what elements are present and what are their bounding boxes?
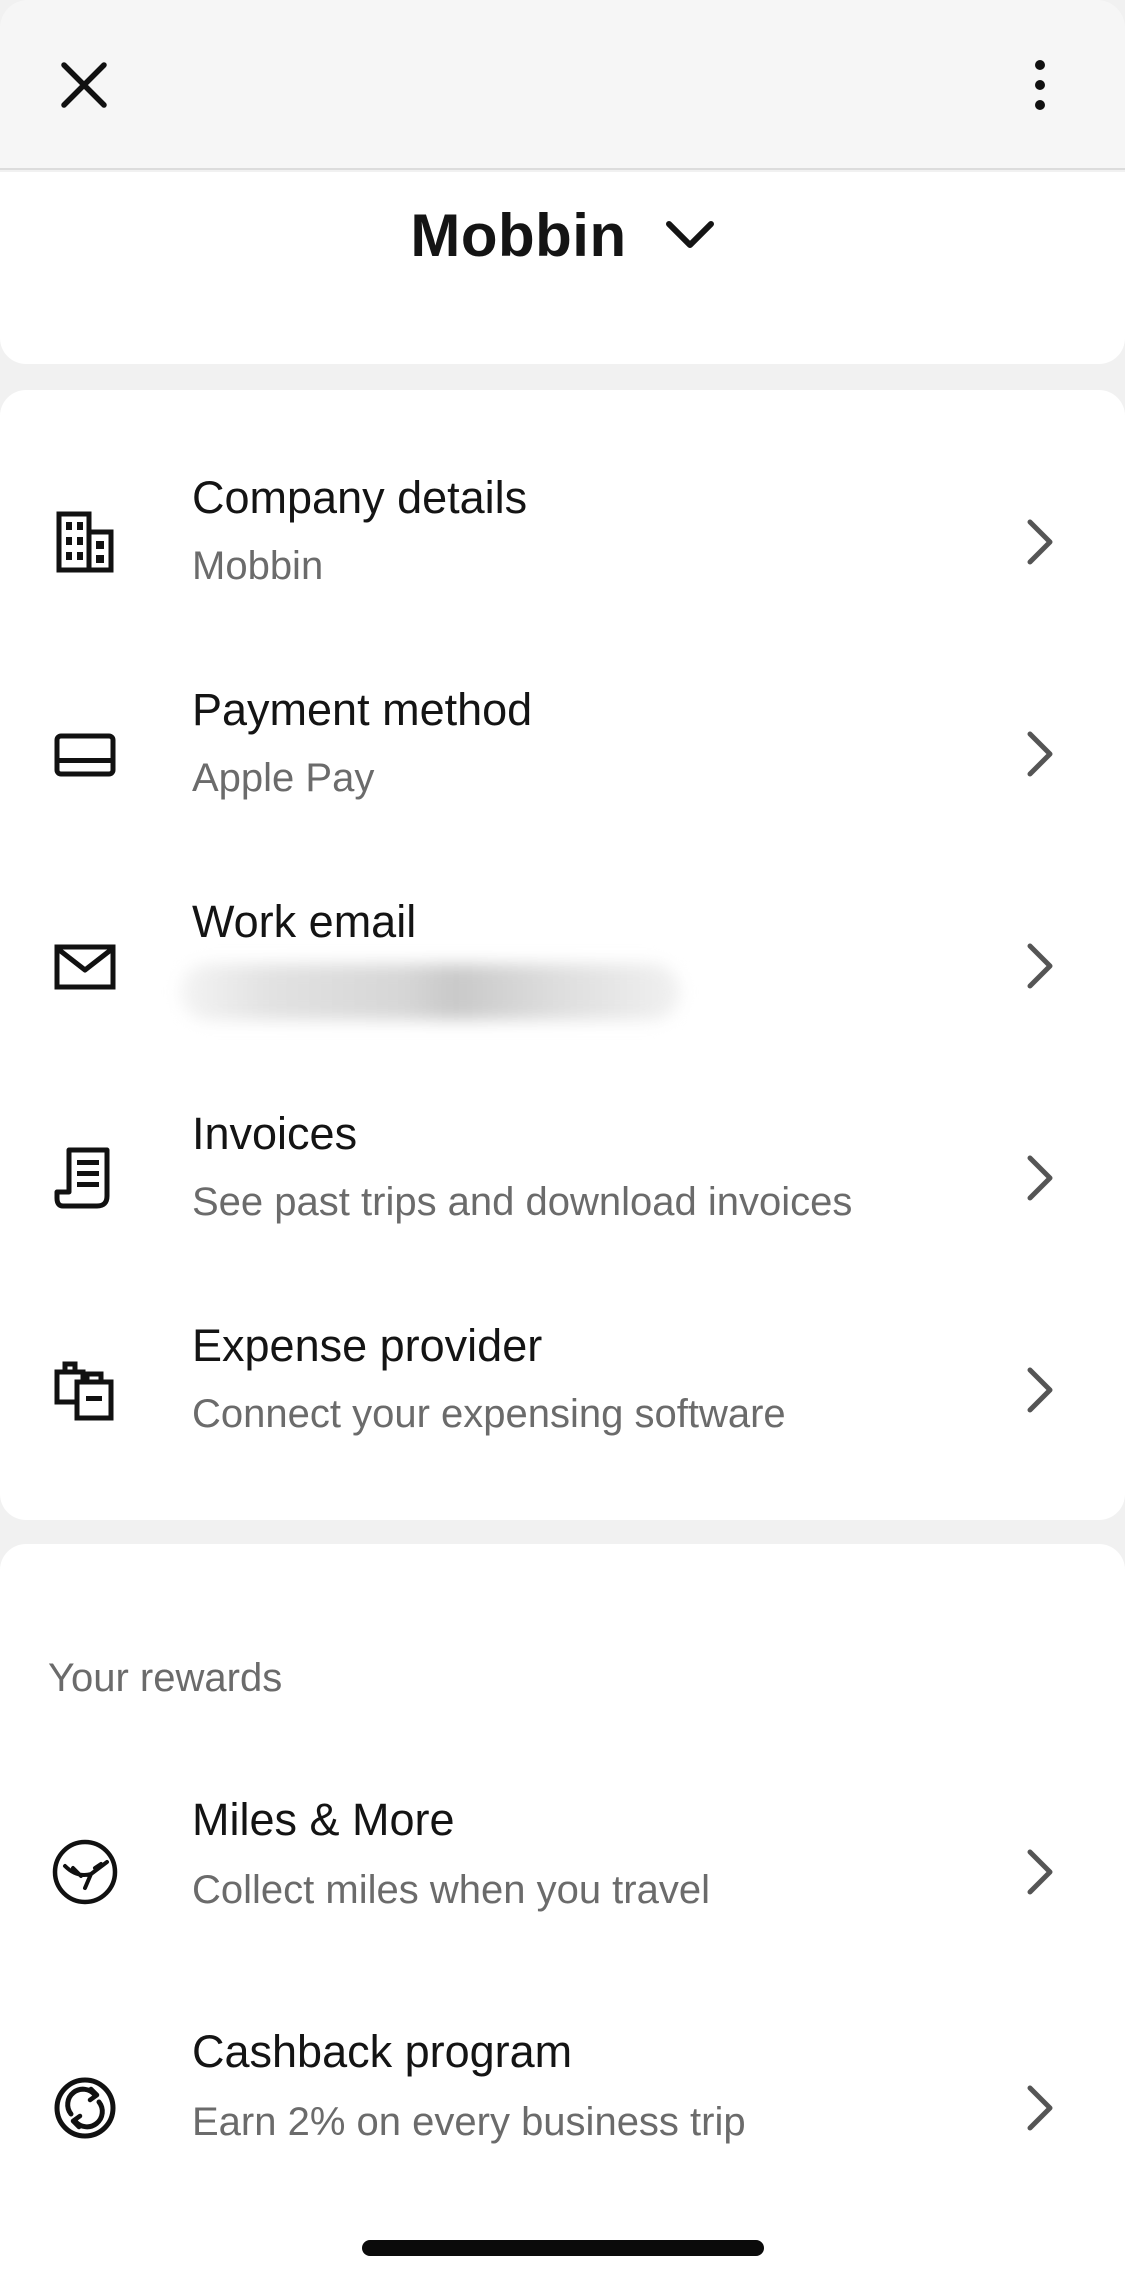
rewards-card: Your rewards Miles & More Collect miles … xyxy=(0,1544,1125,2284)
invoices-row[interactable]: Invoices See past trips and download inv… xyxy=(0,1078,1125,1278)
close-icon xyxy=(61,62,107,108)
cashback-program-title: Cashback program xyxy=(192,2026,573,2077)
payment-method-title: Payment method xyxy=(192,684,533,735)
payment-method-row[interactable]: Payment method Apple Pay xyxy=(0,654,1125,854)
home-indicator[interactable] xyxy=(362,2240,764,2256)
work-email-value-redacted xyxy=(180,964,680,1020)
cashback-icon xyxy=(40,2063,130,2153)
payment-method-subtitle: Apple Pay xyxy=(192,756,375,800)
expense-provider-row[interactable]: Expense provider Connect your expensing … xyxy=(0,1290,1125,1490)
miles-and-more-title: Miles & More xyxy=(192,1794,455,1845)
work-email-title: Work email xyxy=(192,896,417,947)
miles-and-more-row[interactable]: Miles & More Collect miles when you trav… xyxy=(0,1754,1125,1990)
miles-and-more-subtitle: Collect miles when you travel xyxy=(192,1868,710,1912)
crane-logo-icon xyxy=(40,1827,130,1917)
close-button[interactable] xyxy=(29,30,139,140)
account-name: Mobbin xyxy=(410,201,627,269)
expense-provider-subtitle: Connect your expensing software xyxy=(192,1392,786,1436)
more-vertical-icon xyxy=(1035,60,1045,110)
mail-icon xyxy=(40,921,130,1011)
chevron-right-icon xyxy=(1010,2078,1070,2138)
more-options-button[interactable] xyxy=(985,30,1095,140)
expense-provider-title: Expense provider xyxy=(192,1320,543,1371)
chevron-right-icon xyxy=(1010,724,1070,784)
chevron-right-icon xyxy=(1010,1148,1070,1208)
briefcase-icon xyxy=(40,1345,130,1435)
invoices-subtitle: See past trips and download invoices xyxy=(192,1180,853,1224)
card-icon xyxy=(40,709,130,799)
work-email-row[interactable]: Work email xyxy=(0,866,1125,1066)
chevron-right-icon xyxy=(1010,512,1070,572)
company-details-title: Company details xyxy=(192,472,528,523)
receipt-icon xyxy=(40,1133,130,1223)
chevron-right-icon xyxy=(1010,1842,1070,1902)
business-profile-screen: Mobbin Company details Mobbin Payment me… xyxy=(0,0,1125,2284)
account-switcher[interactable]: Mobbin xyxy=(0,180,1125,290)
invoices-title: Invoices xyxy=(192,1108,358,1159)
account-header: Mobbin xyxy=(0,172,1125,364)
building-icon xyxy=(40,497,130,587)
chevron-right-icon xyxy=(1010,936,1070,996)
company-details-row[interactable]: Company details Mobbin xyxy=(0,442,1125,642)
top-bar xyxy=(0,0,1125,170)
rewards-section-label: Your rewards xyxy=(48,1656,283,1700)
company-details-subtitle: Mobbin xyxy=(192,544,324,588)
chevron-down-icon xyxy=(665,221,714,248)
chevron-right-icon xyxy=(1010,1360,1070,1420)
settings-card: Company details Mobbin Payment method Ap… xyxy=(0,390,1125,1520)
cashback-program-subtitle: Earn 2% on every business trip xyxy=(192,2100,746,2144)
cashback-program-row[interactable]: Cashback program Earn 2% on every busine… xyxy=(0,1990,1125,2226)
